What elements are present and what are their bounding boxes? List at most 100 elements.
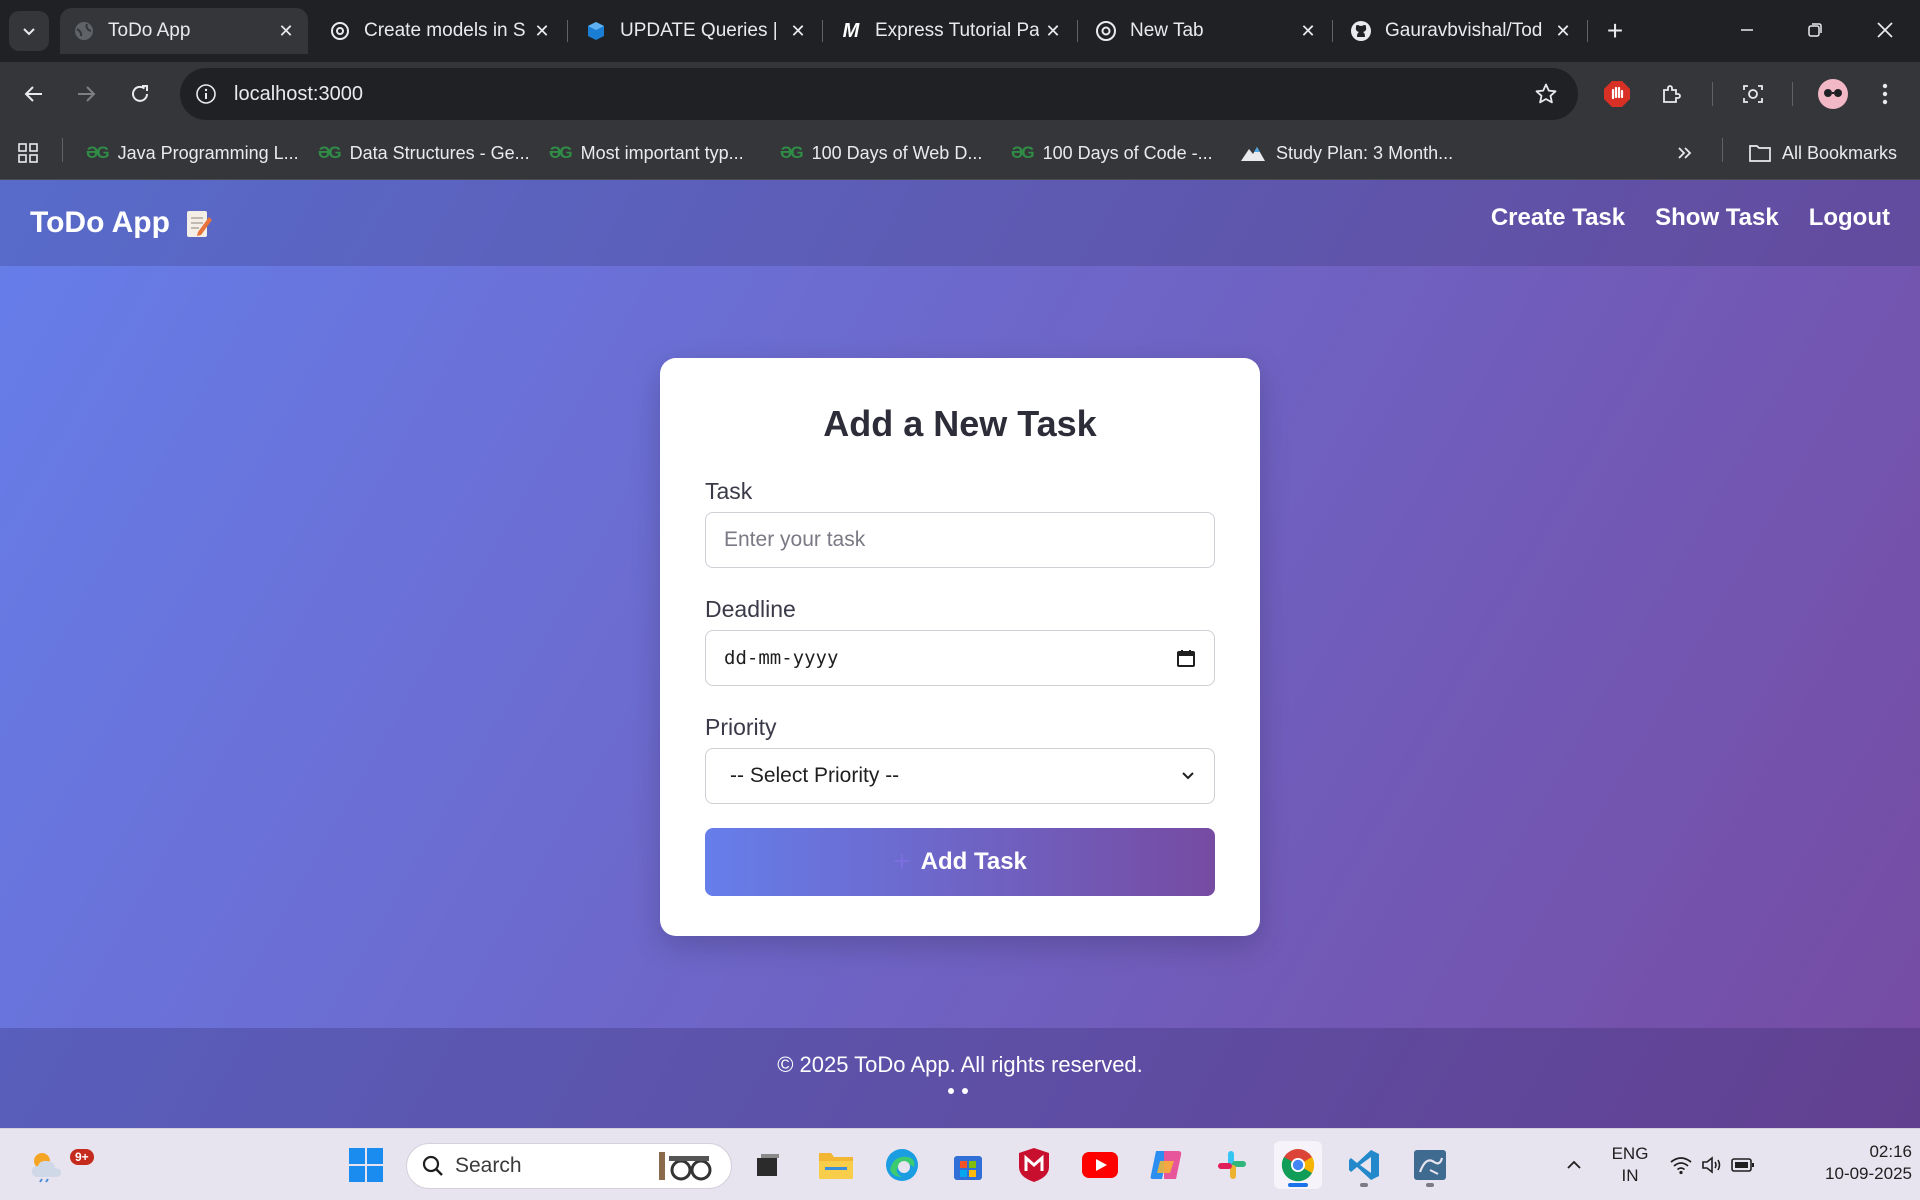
vscode-icon[interactable] (1340, 1141, 1388, 1189)
screenshot-lens-icon[interactable] (1733, 74, 1773, 114)
minimize-icon (1741, 29, 1753, 31)
more-bookmarks-icon[interactable] (1676, 138, 1694, 168)
memo-icon (186, 208, 212, 238)
close-tab-icon[interactable]: ✕ (528, 17, 556, 45)
chevron-down-icon (23, 28, 35, 36)
add-task-button[interactable]: + Add Task (705, 828, 1215, 896)
chevron-down-icon (1180, 768, 1196, 784)
close-tab-icon[interactable]: ✕ (272, 17, 300, 45)
language-line-1: ENG (1611, 1144, 1649, 1163)
m-logo-icon: M (842, 19, 860, 42)
bookmark-label: 100 Days of Code -... (1042, 142, 1213, 163)
priority-select[interactable]: -- Select Priority -- (705, 748, 1215, 804)
nav-create-task[interactable]: Create Task (1491, 204, 1625, 232)
running-indicator (1360, 1183, 1368, 1187)
tab-update-queries[interactable]: UPDATE Queries | S ✕ (572, 8, 820, 54)
app-brand[interactable]: ToDo App (30, 206, 212, 240)
stop-hand-extension-icon[interactable] (1597, 74, 1637, 114)
close-window-button[interactable] (1862, 10, 1908, 50)
chevron-up-icon[interactable] (1550, 1141, 1598, 1189)
footer-copyright: © 2025 ToDo App. All rights reserved. (777, 1052, 1143, 1077)
bookmark-item[interactable]: Study Plan: 3 Month... (1240, 138, 1453, 168)
taskbar-search[interactable]: Search (406, 1143, 732, 1189)
bookmark-label: Java Programming L... (117, 142, 299, 163)
deadline-placeholder: dd-mm-yyyy (724, 647, 839, 669)
deadline-date-input[interactable]: dd-mm-yyyy (705, 630, 1215, 686)
arrow-right-icon (78, 86, 96, 102)
footer-dots (948, 1088, 968, 1094)
quick-settings-button[interactable] (1664, 1141, 1760, 1189)
chrome-taskbar-icon[interactable] (1274, 1141, 1322, 1189)
tab-create-models[interactable]: Create models in S ✕ (316, 8, 564, 54)
start-button[interactable] (342, 1141, 390, 1189)
globe-icon (72, 19, 96, 43)
all-bookmarks-button[interactable]: All Bookmarks (1748, 138, 1897, 168)
restore-button[interactable] (1792, 10, 1838, 50)
apps-grid-icon[interactable] (17, 138, 39, 168)
extensions-puzzle-icon[interactable] (1652, 74, 1692, 114)
reload-button[interactable] (120, 74, 160, 114)
nav-show-task[interactable]: Show Task (1655, 204, 1779, 232)
youtube-icon[interactable] (1076, 1141, 1124, 1189)
folder-icon (1748, 143, 1772, 163)
more-menu-icon[interactable] (1865, 74, 1905, 114)
tab-express-tutorial[interactable]: M Express Tutorial Pa ✕ (827, 8, 1075, 54)
tab-new-tab[interactable]: New Tab ✕ (1082, 8, 1330, 54)
tab-title: UPDATE Queries | S (620, 20, 784, 41)
file-explorer-icon[interactable] (812, 1141, 860, 1189)
tab-separator (1332, 20, 1333, 42)
browser-tab-strip: ToDo App ✕ Create models in S ✕ UPDATE Q… (0, 0, 1920, 62)
bookmark-item[interactable]: ƏG Data Structures - Ge... (318, 138, 530, 168)
bookmarks-bar: ƏG Java Programming L... ƏG Data Structu… (0, 126, 1920, 180)
tab-title: New Tab (1130, 20, 1204, 41)
plus-icon: + (893, 845, 911, 878)
page-viewport: ToDo App Create Task Show Task Logout Ad… (0, 180, 1920, 1128)
forward-button[interactable] (66, 74, 106, 114)
edge-browser-icon[interactable] (878, 1141, 926, 1189)
new-tab-button[interactable]: + (1598, 14, 1632, 48)
slack-icon[interactable] (1208, 1141, 1256, 1189)
app-navbar: ToDo App Create Task Show Task Logout (0, 180, 1920, 266)
calendar-icon[interactable] (1176, 648, 1196, 668)
bookmark-separator (62, 138, 63, 162)
copilot-icon[interactable] (1142, 1141, 1190, 1189)
task-input[interactable]: Enter your task (705, 512, 1215, 568)
bookmark-label: 100 Days of Web D... (811, 142, 983, 163)
close-tab-icon[interactable]: ✕ (1294, 17, 1322, 45)
profile-avatar-icon[interactable] (1813, 74, 1853, 114)
url-text[interactable]: localhost:3000 (234, 83, 1526, 106)
volume-icon (1701, 1155, 1723, 1175)
task-view-icon[interactable] (744, 1141, 792, 1189)
close-tab-icon[interactable]: ✕ (1549, 17, 1577, 45)
all-bookmarks-label: All Bookmarks (1782, 142, 1898, 163)
tab-search-button[interactable] (9, 11, 49, 51)
clock-time: 02:16 (1869, 1142, 1912, 1161)
site-info-icon[interactable] (188, 76, 224, 112)
bookmark-item[interactable]: ƏG 100 Days of Web D... (780, 138, 982, 168)
tab-separator (822, 20, 823, 42)
bookmark-star-icon[interactable] (1526, 74, 1566, 114)
close-tab-icon[interactable]: ✕ (1039, 17, 1067, 45)
tab-separator (567, 20, 568, 42)
chrome-icon (1094, 19, 1118, 43)
address-bar[interactable]: localhost:3000 (180, 68, 1578, 120)
tab-todo-app[interactable]: ToDo App ✕ (60, 8, 308, 54)
clock[interactable]: 02:16 10-09-2025 (1782, 1141, 1912, 1185)
language-indicator[interactable]: ENG IN (1604, 1143, 1656, 1187)
close-icon (1877, 22, 1893, 38)
nav-logout[interactable]: Logout (1809, 204, 1890, 232)
priority-label: Priority (705, 714, 777, 740)
bookmark-item[interactable]: ƏG Java Programming L... (86, 138, 299, 168)
close-tab-icon[interactable]: ✕ (784, 17, 812, 45)
back-button[interactable] (14, 74, 54, 114)
weather-widget-icon[interactable]: 9+ (24, 1141, 94, 1189)
bookmark-item[interactable]: ƏG Most important typ... (549, 138, 744, 168)
weather-badge: 9+ (70, 1149, 94, 1165)
mysql-workbench-icon[interactable] (1406, 1141, 1454, 1189)
minimize-button[interactable] (1724, 10, 1770, 50)
microsoft-store-icon[interactable] (944, 1141, 992, 1189)
mcafee-icon[interactable] (1010, 1141, 1058, 1189)
bookmark-item[interactable]: ƏG 100 Days of Code -... (1011, 138, 1213, 168)
tab-github[interactable]: Gauravbvishal/Tod ✕ (1337, 8, 1585, 54)
clock-date: 10-09-2025 (1825, 1164, 1912, 1183)
